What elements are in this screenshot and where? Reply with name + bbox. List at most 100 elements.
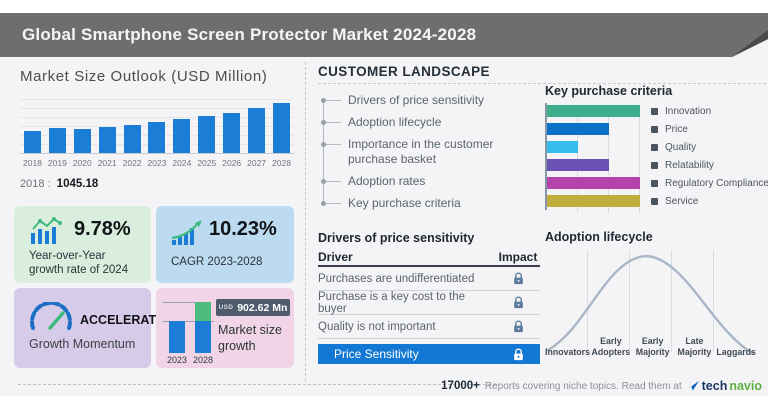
growth-value-badge: USD 902.62 Mn bbox=[216, 299, 290, 316]
bar-2028 bbox=[273, 103, 291, 153]
drivers-table-title: Drivers of price sensitivity bbox=[318, 231, 475, 245]
market-size-x-axis: 2018 2019 2020 2021 2022 2023 2024 2025 … bbox=[20, 158, 294, 168]
kp-bar-innovation bbox=[547, 105, 640, 117]
tick-2020: 2020 bbox=[72, 158, 92, 168]
technavio-arrow-icon bbox=[687, 380, 699, 391]
landscape-item: Drivers of price sensitivity bbox=[318, 93, 523, 108]
lock-icon bbox=[496, 296, 540, 309]
landscape-item-label: Importance in the customer purchase bask… bbox=[348, 137, 494, 166]
kp-bar-price bbox=[547, 123, 609, 135]
bullet-dash bbox=[326, 121, 341, 123]
technavio-logo: tech navio bbox=[687, 379, 762, 393]
legend-label: Price bbox=[665, 123, 688, 135]
legend-item: Price bbox=[651, 120, 768, 138]
legend-square-icon bbox=[651, 161, 658, 169]
landscape-item-label: Adoption lifecycle bbox=[348, 115, 442, 129]
bar-2026 bbox=[223, 113, 241, 153]
stage-label: Late Majority bbox=[674, 336, 716, 358]
infographic: Global Smartphone Screen Protector Marke… bbox=[0, 0, 768, 402]
growth-label-line1: Market size bbox=[218, 323, 282, 337]
landscape-item-label: Drivers of price sensitivity bbox=[348, 93, 485, 107]
table-row: Quality is not important bbox=[318, 315, 540, 339]
kp-bar-service bbox=[547, 195, 640, 207]
tick-2021: 2021 bbox=[97, 158, 117, 168]
key-purchase-bar-chart bbox=[547, 105, 640, 213]
table-row: Purchases are undifferentiated bbox=[318, 267, 540, 291]
drivers-table: Driver Impact Purchases are undifferenti… bbox=[318, 249, 540, 364]
legend-item: Regulatory Compliance bbox=[651, 174, 768, 192]
yoy-label: Year-over-Year growth rate of 2024 bbox=[29, 249, 128, 277]
driver-label: Purchases are undifferentiated bbox=[318, 272, 475, 285]
bar-2023 bbox=[148, 122, 166, 153]
legend-label: Regulatory Compliance bbox=[665, 177, 768, 189]
landscape-item: Adoption rates bbox=[318, 174, 523, 189]
landscape-item-label: Adoption rates bbox=[348, 174, 426, 188]
tick-2023: 2023 bbox=[147, 158, 167, 168]
kp-legend: Innovation Price Quality Relatability Re… bbox=[651, 102, 768, 210]
legend-item: Relatability bbox=[651, 156, 768, 174]
bar-2019 bbox=[48, 128, 66, 153]
cagr-trend-icon bbox=[171, 220, 202, 245]
driver-label: Quality is not important bbox=[318, 320, 436, 333]
col-impact: Impact bbox=[498, 250, 538, 264]
stage-line: Late bbox=[685, 336, 704, 346]
lock-icon bbox=[496, 272, 540, 285]
timeline-marker bbox=[318, 115, 348, 129]
stage-line: Majority bbox=[677, 347, 712, 357]
landscape-item: Adoption lifecycle bbox=[318, 115, 523, 130]
cagr-label: CAGR 2023-2028 bbox=[171, 256, 263, 268]
yoy-value: 9.78% bbox=[74, 218, 131, 240]
key-purchase-title: Key purchase criteria bbox=[545, 84, 673, 98]
footer-text: Reports covering niche topics. Read them… bbox=[484, 380, 682, 392]
legend-item: Quality bbox=[651, 138, 768, 156]
legend-label: Relatability bbox=[665, 159, 714, 171]
vertical-divider bbox=[305, 62, 306, 381]
badge-currency: USD bbox=[218, 304, 234, 311]
legend-square-icon bbox=[651, 125, 658, 133]
legend-label: Innovation bbox=[665, 105, 712, 117]
bullet-dash bbox=[326, 143, 341, 145]
base-year-value: 2018 : 1045.18 bbox=[20, 178, 98, 190]
landscape-item-label: Key purchase criteria bbox=[348, 196, 461, 210]
market-outlook-title: Market Size Outlook (USD Million) bbox=[20, 68, 268, 85]
tick-2019: 2019 bbox=[47, 158, 67, 168]
growth-year-2028: 2028 bbox=[192, 355, 214, 365]
bullet-dash bbox=[326, 99, 341, 101]
stage-label: Early Majority bbox=[632, 336, 674, 358]
col-driver: Driver bbox=[318, 250, 353, 264]
kp-bar-regulatory bbox=[547, 177, 640, 189]
drivers-table-header: Driver Impact bbox=[318, 249, 540, 267]
stage-line: Adopters bbox=[591, 347, 631, 357]
legend-square-icon bbox=[651, 179, 658, 187]
growth-label-line2: growth bbox=[218, 339, 256, 353]
adoption-lifecycle-title: Adoption lifecycle bbox=[545, 230, 653, 244]
landscape-item: Key purchase criteria bbox=[318, 196, 523, 211]
footer-divider bbox=[18, 384, 496, 385]
stage-line: Laggards bbox=[716, 347, 756, 357]
growth-bar-2028-base bbox=[195, 321, 211, 353]
legend-square-icon bbox=[651, 107, 658, 115]
legend-item: Service bbox=[651, 192, 768, 210]
yoy-label-line1: Year-over-Year bbox=[29, 250, 106, 262]
base-year-number: 1045.18 bbox=[56, 178, 99, 190]
market-size-bars bbox=[20, 99, 294, 153]
growth-bar-2028-growth bbox=[195, 302, 211, 321]
stage-label: Early Adopters bbox=[590, 336, 632, 358]
reports-count: 17000+ bbox=[441, 380, 480, 392]
page-title: Global Smartphone Screen Protector Marke… bbox=[22, 25, 477, 44]
stage-line: Majority bbox=[635, 347, 670, 357]
legend-square-icon bbox=[651, 197, 658, 205]
kp-bar-quality bbox=[547, 141, 578, 153]
customer-landscape-divider bbox=[318, 83, 766, 84]
bullet-dash bbox=[326, 180, 341, 182]
tick-2022: 2022 bbox=[122, 158, 142, 168]
lock-icon bbox=[496, 320, 540, 333]
stage-line: Early bbox=[641, 336, 664, 346]
header-bar: Global Smartphone Screen Protector Marke… bbox=[0, 13, 768, 57]
badge-value: 902.62 Mn bbox=[237, 301, 288, 314]
tick-2025: 2025 bbox=[197, 158, 217, 168]
highlight-label: Price Sensitivity bbox=[334, 347, 419, 361]
timeline-marker bbox=[318, 174, 348, 188]
momentum-label: Growth Momentum bbox=[29, 337, 136, 351]
stage-label: Laggards bbox=[715, 336, 757, 358]
